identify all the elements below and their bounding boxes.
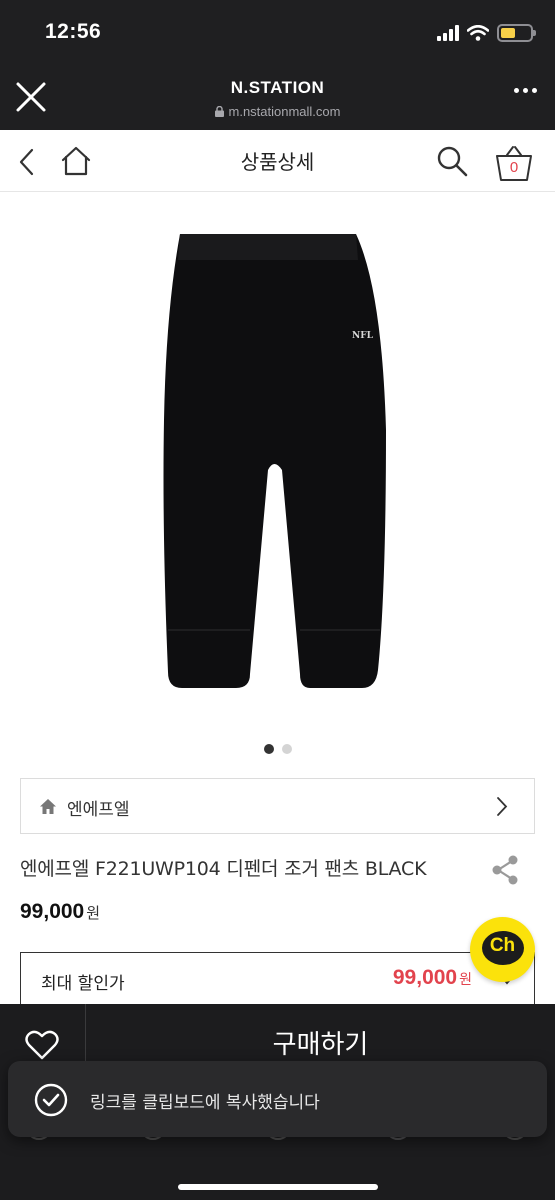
image-logo-text: NFL xyxy=(352,331,374,341)
discount-price: 99,000 원 xyxy=(393,966,472,990)
discount-price-value: 99,000 xyxy=(392,966,458,989)
more-icon[interactable] xyxy=(514,88,537,93)
product-name: 엔에프엘 F221UWP104 디펜더 조거 팬츠 BLACK xyxy=(20,858,427,880)
page-title: 상품상세 xyxy=(240,150,315,174)
browser-title: N.STATION xyxy=(230,78,325,97)
status-time: 12:56 xyxy=(45,20,102,43)
browser-url-text: m.nstationmall.com xyxy=(228,104,341,119)
lock-icon xyxy=(214,106,224,117)
heart-icon xyxy=(25,1030,59,1060)
chat-button[interactable]: Ch xyxy=(470,917,535,982)
discount-price-unit: 원 xyxy=(459,972,472,988)
signal-icon xyxy=(437,25,459,41)
home-indicator xyxy=(178,1184,378,1190)
battery-icon xyxy=(497,24,536,42)
brand-name: 엔에프엘 xyxy=(67,800,130,820)
toast: 링크를 클립보드에 복사했습니다 xyxy=(8,1061,547,1137)
app-header: 상품상세 0 xyxy=(0,130,555,192)
browser-url: m.nstationmall.com xyxy=(0,104,555,119)
price-value: 99,000 xyxy=(20,900,85,923)
search-icon[interactable] xyxy=(435,144,469,178)
product-page: 상품상세 0 NFL 엔에프엘 엔에프엘 F221UWP104 디펜더 조거 팬… xyxy=(0,130,555,1005)
gallery-dot-active[interactable] xyxy=(263,744,274,754)
chat-label: Ch xyxy=(489,935,516,956)
browser-toolbar: N.STATION m.nstationmall.com xyxy=(0,62,555,130)
status-icons xyxy=(437,24,536,42)
buy-label: 구매하기 xyxy=(272,1030,369,1060)
check-circle-icon xyxy=(34,1083,68,1117)
gallery-dot[interactable] xyxy=(281,744,292,754)
discount-label: 최대 할인가 xyxy=(41,974,125,994)
product-image[interactable]: NFL xyxy=(150,230,400,700)
status-bar: 12:56 xyxy=(0,0,555,62)
discount-toggle[interactable]: 최대 할인가 99,000 원 xyxy=(20,952,535,1005)
price-unit: 원 xyxy=(86,904,101,922)
share-icon[interactable] xyxy=(490,854,520,886)
product-price: 99,000 원 xyxy=(20,900,100,924)
wifi-icon xyxy=(467,25,489,41)
cart-count: 0 xyxy=(509,159,519,176)
cart-button[interactable]: 0 xyxy=(494,144,534,182)
chevron-right-icon xyxy=(497,797,508,816)
toast-message: 링크를 클립보드에 복사했습니다 xyxy=(90,1093,320,1113)
gallery-dots xyxy=(0,744,555,754)
brand-link[interactable]: 엔에프엘 xyxy=(20,778,535,834)
home-icon xyxy=(40,799,56,814)
